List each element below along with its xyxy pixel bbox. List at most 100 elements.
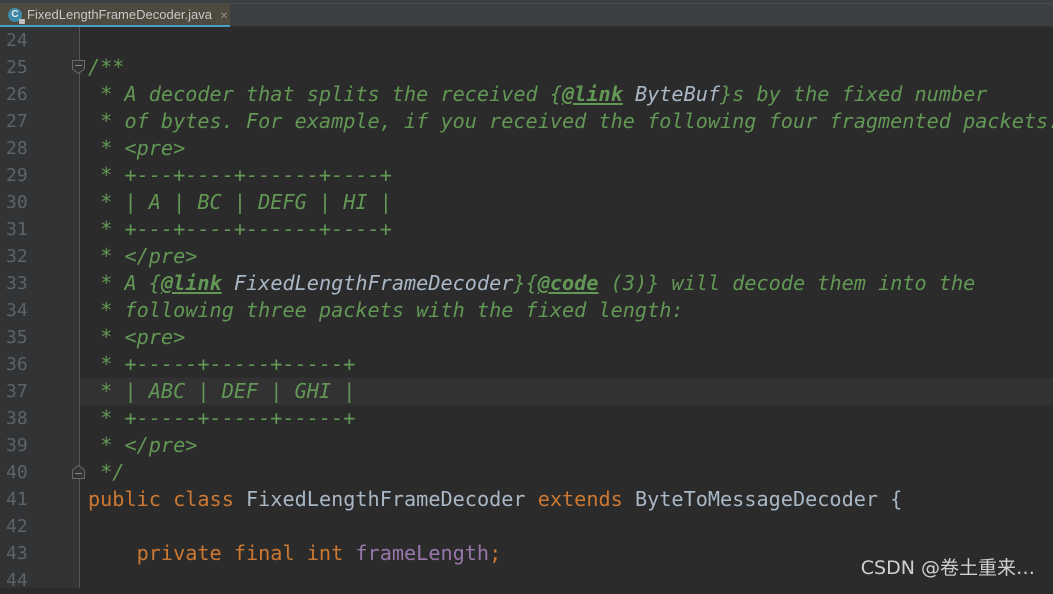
code-text: * | ABC | DEF | GHI |: [88, 378, 355, 405]
code-text: * +-----+-----+-----+: [88, 351, 355, 378]
token-kw: extends: [537, 487, 635, 511]
code-line[interactable]: 33 * A {@link FixedLengthFrameDecoder}{@…: [0, 270, 1053, 297]
code-text: public class FixedLengthFrameDecoder ext…: [88, 486, 902, 513]
fold-end-icon[interactable]: [72, 465, 85, 479]
token-field: frameLength: [355, 541, 490, 565]
line-number: 43: [6, 543, 28, 564]
line-number: 24: [6, 30, 28, 51]
code-text: * following three packets with the fixed…: [88, 297, 684, 324]
line-background: [80, 459, 1053, 486]
token-doc: /**: [88, 55, 125, 79]
token-doc: }{: [513, 271, 538, 295]
token-doc: * following three packets with the fixed…: [88, 298, 684, 322]
line-background: [80, 324, 1053, 351]
token-doc: * +-----+-----+-----+: [88, 352, 356, 376]
code-text: * A {@link FixedLengthFrameDecoder}{@cod…: [88, 270, 975, 297]
line-number: 26: [6, 84, 28, 105]
line-number: 42: [6, 516, 28, 537]
code-line[interactable]: 37 * | ABC | DEF | GHI |: [0, 378, 1053, 405]
line-number: 28: [6, 138, 28, 159]
csdn-watermark: CSDN @卷土重来…: [860, 557, 1035, 579]
token-ref: FixedLengthFrameDecoder: [233, 271, 514, 295]
token-doc: * <pre>: [88, 325, 186, 349]
code-line[interactable]: 29 * +---+----+------+----+: [0, 162, 1053, 189]
code-line[interactable]: 36 * +-----+-----+-----+: [0, 351, 1053, 378]
line-number: 30: [6, 192, 28, 213]
token-tag: @link: [160, 271, 222, 295]
code-line[interactable]: 25 /**: [0, 54, 1053, 81]
line-number: 27: [6, 111, 28, 132]
token-doc: [623, 82, 635, 106]
code-text: * of bytes. For example, if you received…: [88, 108, 1053, 135]
code-line[interactable]: 35 * <pre>: [0, 324, 1053, 351]
code-line[interactable]: 27 * of bytes. For example, if you recei…: [0, 108, 1053, 135]
token-doc: * <pre>: [88, 136, 186, 160]
line-background: [80, 135, 1053, 162]
line-number: 44: [6, 570, 28, 591]
code-line[interactable]: 34 * following three packets with the fi…: [0, 297, 1053, 324]
token-doc: (3)} will decode them into the: [598, 271, 976, 295]
line-number: 40: [6, 462, 28, 483]
token-doc: * of bytes. For example, if you received…: [88, 109, 1053, 133]
line-background: [80, 54, 1053, 81]
line-number: 38: [6, 408, 28, 429]
java-class-icon-letter: C: [11, 9, 19, 20]
token-kw: ;: [489, 541, 502, 565]
token-ident: FixedLengthFrameDecoder: [246, 487, 538, 511]
line-background: [80, 432, 1053, 459]
code-text: /**: [88, 54, 124, 81]
line-number: 33: [6, 273, 28, 294]
token-kw: private final int: [88, 541, 356, 565]
line-background: [80, 243, 1053, 270]
code-line[interactable]: 28 * <pre>: [0, 135, 1053, 162]
token-tag: @code: [537, 271, 599, 295]
java-class-icon: C: [8, 7, 25, 24]
code-text: * | A | BC | DEFG | HI |: [88, 189, 392, 216]
gutter-separator: [79, 27, 80, 588]
code-line[interactable]: 38 * +-----+-----+-----+: [0, 405, 1053, 432]
read-only-lock-icon: [19, 18, 25, 24]
token-ref: ByteBuf: [634, 82, 721, 106]
line-number: 39: [6, 435, 28, 456]
code-text: * <pre>: [88, 135, 185, 162]
token-doc: * +---+----+------+----+: [88, 163, 392, 187]
line-number: 36: [6, 354, 28, 375]
token-tag: @link: [562, 82, 623, 106]
tab-label: FixedLengthFrameDecoder.java: [27, 7, 212, 22]
code-line[interactable]: 32 * </pre>: [0, 243, 1053, 270]
line-number: 32: [6, 246, 28, 267]
token-doc: [222, 271, 234, 295]
code-line[interactable]: 31 * +---+----+------+----+: [0, 216, 1053, 243]
code-line[interactable]: 26 * A decoder that splits the received …: [0, 81, 1053, 108]
token-doc: * </pre>: [88, 244, 198, 268]
token-doc: * +---+----+------+----+: [88, 217, 392, 241]
editor-tab-fixedlengthframedecoder[interactable]: C FixedLengthFrameDecoder.java ×: [0, 4, 230, 28]
token-doc: }s by the fixed number: [720, 82, 988, 106]
code-line[interactable]: 40 */: [0, 459, 1053, 486]
token-doc: * A decoder that splits the received {: [88, 82, 563, 106]
code-text: * +-----+-----+-----+: [88, 405, 355, 432]
code-line[interactable]: 42: [0, 513, 1053, 540]
line-number: 31: [6, 219, 28, 240]
code-line[interactable]: 24: [0, 27, 1053, 54]
code-text: * +---+----+------+----+: [88, 162, 392, 189]
fold-start-icon[interactable]: [72, 60, 85, 74]
token-doc: * </pre>: [88, 433, 198, 457]
code-text: */: [88, 459, 124, 486]
line-number: 37: [6, 381, 28, 402]
code-line[interactable]: 39 * </pre>: [0, 432, 1053, 459]
line-number: 25: [6, 57, 28, 78]
code-text: * </pre>: [88, 432, 197, 459]
token-doc: */: [88, 460, 125, 484]
token-doc: * | A | BC | DEFG | HI |: [88, 190, 392, 214]
code-line[interactable]: 30 * | A | BC | DEFG | HI |: [0, 189, 1053, 216]
close-tab-icon[interactable]: ×: [220, 7, 228, 23]
code-line[interactable]: 41 public class FixedLengthFrameDecoder e…: [0, 486, 1053, 513]
code-text: * A decoder that splits the received {@l…: [88, 81, 987, 108]
line-background: [80, 513, 1053, 540]
token-doc: * | ABC | DEF | GHI |: [88, 379, 356, 403]
line-number: 34: [6, 300, 28, 321]
token-ident: ByteToMessageDecoder {: [634, 487, 903, 511]
line-number: 41: [6, 489, 28, 510]
editor-tab-bar: C FixedLengthFrameDecoder.java ×: [0, 3, 1053, 28]
